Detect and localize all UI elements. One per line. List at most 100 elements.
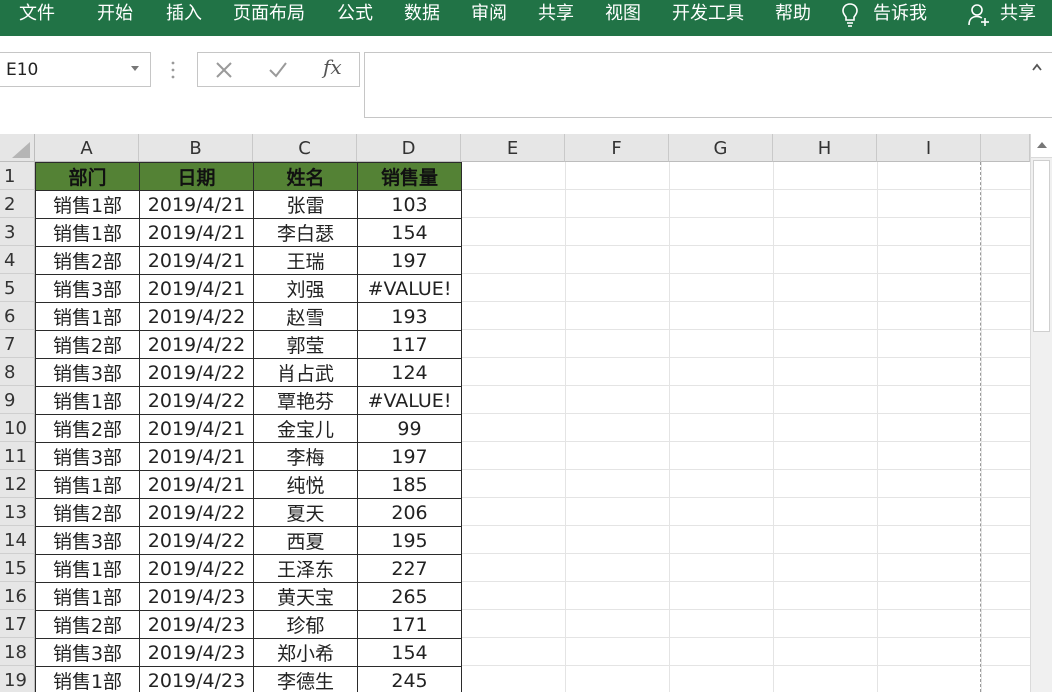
cell-department[interactable]: 销售2部 (35, 246, 140, 275)
row-header[interactable]: 6 (0, 302, 35, 330)
cell-date[interactable]: 2019/4/22 (139, 302, 254, 331)
cell-date[interactable]: 2019/4/23 (139, 638, 254, 667)
cell-sales[interactable]: 99 (357, 414, 462, 443)
row-header[interactable]: 2 (0, 190, 35, 218)
tab-file[interactable]: 文件 (19, 0, 55, 30)
cell-name[interactable]: 覃艳芬 (253, 386, 358, 415)
lightbulb-icon[interactable] (841, 2, 859, 28)
cell-name[interactable]: 黄天宝 (253, 582, 358, 611)
cell-sales[interactable]: 103 (357, 190, 462, 219)
column-header-h[interactable]: H (773, 134, 877, 162)
cell-department[interactable]: 销售3部 (35, 442, 140, 471)
column-header-a[interactable]: A (35, 134, 139, 162)
cell-name[interactable]: 郭莹 (253, 330, 358, 359)
cell-department[interactable]: 销售3部 (35, 358, 140, 387)
column-header-f[interactable]: F (565, 134, 669, 162)
cell-department[interactable]: 销售1部 (35, 218, 140, 247)
cell-date[interactable]: 2019/4/23 (139, 610, 254, 639)
column-header-i[interactable]: I (877, 134, 981, 162)
column-header-g[interactable]: G (669, 134, 773, 162)
cell-department[interactable]: 销售1部 (35, 470, 140, 499)
tell-me-search[interactable]: 告诉我 (873, 0, 927, 30)
tab-data[interactable]: 数据 (404, 0, 440, 30)
cell-name[interactable]: 王泽东 (253, 554, 358, 583)
cell-date[interactable]: 2019/4/21 (139, 190, 254, 219)
close-icon[interactable] (213, 59, 235, 81)
check-icon[interactable] (267, 59, 289, 81)
row-header[interactable]: 11 (0, 442, 35, 470)
row-header[interactable]: 13 (0, 498, 35, 526)
cell-name[interactable]: 珍郁 (253, 610, 358, 639)
formula-input[interactable] (364, 52, 1052, 118)
row-header[interactable]: 10 (0, 414, 35, 442)
cell-department[interactable]: 销售3部 (35, 638, 140, 667)
row-header[interactable]: 7 (0, 330, 35, 358)
cell-department[interactable]: 销售3部 (35, 274, 140, 303)
chevron-up-icon[interactable] (1032, 63, 1042, 71)
row-header[interactable]: 14 (0, 526, 35, 554)
cell-sales[interactable]: 185 (357, 470, 462, 499)
cell-name[interactable]: 金宝儿 (253, 414, 358, 443)
tab-page-layout[interactable]: 页面布局 (233, 0, 305, 30)
cell-name[interactable]: 肖占武 (253, 358, 358, 387)
cell-department[interactable]: 销售1部 (35, 386, 140, 415)
row-header[interactable]: 8 (0, 358, 35, 386)
row-header[interactable]: 18 (0, 638, 35, 666)
fx-icon[interactable]: fx (323, 55, 342, 79)
cell-sales[interactable]: #VALUE! (357, 386, 462, 415)
cell-name[interactable]: 纯悦 (253, 470, 358, 499)
cell-sales[interactable]: 245 (357, 666, 462, 692)
tab-developer[interactable]: 开发工具 (672, 0, 744, 30)
tab-home[interactable]: 开始 (97, 0, 133, 30)
drag-handle-icon[interactable] (171, 60, 175, 80)
cell-department[interactable]: 销售2部 (35, 330, 140, 359)
cell-date[interactable]: 2019/4/21 (139, 442, 254, 471)
cell-date[interactable]: 2019/4/22 (139, 358, 254, 387)
cell-department[interactable]: 销售2部 (35, 610, 140, 639)
cell-date[interactable]: 2019/4/22 (139, 386, 254, 415)
cell-sales[interactable]: 265 (357, 582, 462, 611)
cell-date[interactable]: 2019/4/22 (139, 554, 254, 583)
cell-name[interactable]: 张雷 (253, 190, 358, 219)
cell-sales[interactable]: 195 (357, 526, 462, 555)
cell-department[interactable]: 销售3部 (35, 526, 140, 555)
cell-department[interactable]: 销售1部 (35, 190, 140, 219)
cell-sales[interactable]: 206 (357, 498, 462, 527)
chevron-down-icon[interactable] (131, 66, 139, 71)
cell-name[interactable]: 李梅 (253, 442, 358, 471)
cell-sales[interactable]: 154 (357, 218, 462, 247)
vertical-scrollbar[interactable] (1030, 134, 1052, 692)
row-header[interactable]: 19 (0, 666, 35, 692)
tab-insert[interactable]: 插入 (166, 0, 202, 30)
cell-sales[interactable]: 193 (357, 302, 462, 331)
tab-review[interactable]: 审阅 (471, 0, 507, 30)
cell-department[interactable]: 销售2部 (35, 414, 140, 443)
cell-date[interactable]: 2019/4/21 (139, 414, 254, 443)
cell-department[interactable]: 销售1部 (35, 666, 140, 692)
cell-name[interactable]: 郑小希 (253, 638, 358, 667)
cell-name[interactable]: 西夏 (253, 526, 358, 555)
cell-name[interactable]: 刘强 (253, 274, 358, 303)
cell-date[interactable]: 2019/4/21 (139, 218, 254, 247)
cell-sales[interactable]: 227 (357, 554, 462, 583)
cell-sales[interactable]: #VALUE! (357, 274, 462, 303)
row-header[interactable]: 4 (0, 246, 35, 274)
header-date[interactable]: 日期 (139, 162, 254, 191)
header-department[interactable]: 部门 (35, 162, 140, 191)
cell-sales[interactable]: 124 (357, 358, 462, 387)
cell-sales[interactable]: 117 (357, 330, 462, 359)
cell-name[interactable]: 赵雪 (253, 302, 358, 331)
row-header[interactable]: 3 (0, 218, 35, 246)
cell-date[interactable]: 2019/4/23 (139, 666, 254, 692)
cell-department[interactable]: 销售1部 (35, 302, 140, 331)
cell-name[interactable]: 李白瑟 (253, 218, 358, 247)
scroll-up-button[interactable] (1031, 134, 1052, 158)
row-header[interactable]: 9 (0, 386, 35, 414)
row-header[interactable]: 15 (0, 554, 35, 582)
tab-formulas[interactable]: 公式 (337, 0, 373, 30)
cell-department[interactable]: 销售1部 (35, 554, 140, 583)
cell-date[interactable]: 2019/4/22 (139, 498, 254, 527)
row-header[interactable]: 12 (0, 470, 35, 498)
cell-date[interactable]: 2019/4/23 (139, 582, 254, 611)
cell-sales[interactable]: 197 (357, 246, 462, 275)
